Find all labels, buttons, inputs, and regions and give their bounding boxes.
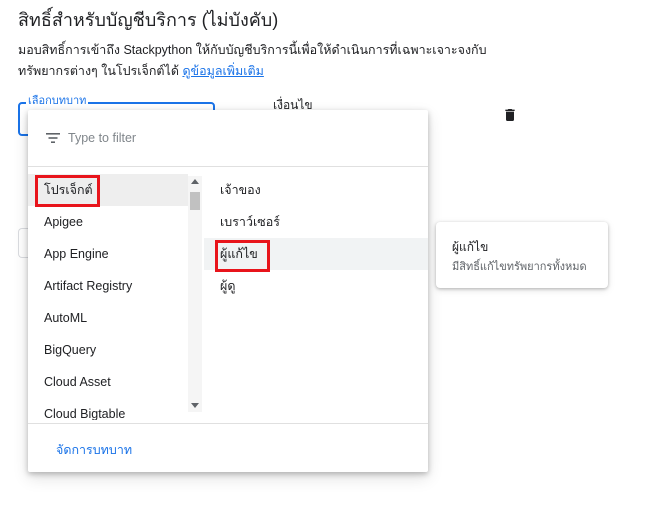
manage-roles-button[interactable]: จัดการบทบาท bbox=[56, 440, 132, 460]
role-label: เบราว์เซอร์ bbox=[220, 215, 280, 229]
learn-more-link[interactable]: ดูข้อมูลเพิ่มเติม bbox=[182, 64, 263, 78]
category-label: Cloud Asset bbox=[44, 375, 111, 389]
role-tooltip: ผู้แก้ไข มีสิทธิ์แก้ไขทรัพยากรทั้งหมด bbox=[436, 222, 608, 288]
tooltip-title: ผู้แก้ไข bbox=[452, 240, 489, 254]
category-list: โปรเจ็กต์ Apigee App Engine Artifact Reg… bbox=[28, 174, 188, 420]
filter-input[interactable] bbox=[68, 127, 268, 149]
trash-icon[interactable] bbox=[502, 107, 518, 123]
role-item[interactable]: ผู้ดู bbox=[204, 270, 428, 302]
highlight-box-role bbox=[215, 240, 270, 272]
description-line-1: มอบสิทธิ์การเข้าถึง Stackpython ให้กับบั… bbox=[18, 43, 487, 57]
role-item[interactable]: เบราว์เซอร์ bbox=[204, 206, 428, 238]
description-line-2: ทรัพยากรต่างๆ ในโปรเจ็กต์ได้ ดูข้อมูลเพิ… bbox=[18, 61, 518, 82]
role-dropdown-panel: โปรเจ็กต์ Apigee App Engine Artifact Reg… bbox=[28, 110, 428, 472]
category-item[interactable]: Cloud Asset bbox=[28, 366, 188, 398]
category-label: Apigee bbox=[44, 215, 83, 229]
category-item[interactable]: AutoML bbox=[28, 302, 188, 334]
tooltip-description: มีสิทธิ์แก้ไขทรัพยากรทั้งหมด bbox=[452, 261, 587, 273]
category-item[interactable]: Apigee bbox=[28, 206, 188, 238]
role-item[interactable]: เจ้าของ bbox=[204, 174, 428, 206]
page-title: สิทธิ์สำหรับบัญชีบริการ (ไม่บังคับ) bbox=[18, 10, 279, 30]
category-item[interactable]: App Engine bbox=[28, 238, 188, 270]
filter-row bbox=[28, 110, 428, 167]
category-label: Cloud Bigtable bbox=[44, 407, 126, 420]
category-label: AutoML bbox=[44, 311, 88, 325]
description-line-2-text: ทรัพยากรต่างๆ ในโปรเจ็กต์ได้ bbox=[18, 64, 179, 78]
category-label: BigQuery bbox=[44, 343, 97, 357]
category-item[interactable]: Artifact Registry bbox=[28, 270, 188, 302]
description: มอบสิทธิ์การเข้าถึง Stackpython ให้กับบั… bbox=[18, 40, 518, 82]
arrow-down-icon[interactable] bbox=[191, 403, 199, 408]
dropdown-footer: จัดการบทบาท bbox=[28, 423, 428, 473]
category-scrollbar[interactable] bbox=[188, 176, 202, 412]
arrow-up-icon[interactable] bbox=[191, 179, 199, 184]
scrollbar-thumb[interactable] bbox=[190, 192, 200, 210]
role-label: ผู้ดู bbox=[220, 279, 236, 293]
category-item[interactable]: BigQuery bbox=[28, 334, 188, 366]
category-label: Artifact Registry bbox=[44, 279, 133, 293]
filter-list-icon bbox=[46, 133, 60, 143]
category-item[interactable]: Cloud Bigtable bbox=[28, 398, 188, 420]
highlight-box-category bbox=[35, 175, 100, 207]
role-label: เจ้าของ bbox=[220, 183, 261, 197]
category-label: App Engine bbox=[44, 247, 109, 261]
role-select-label: เลือกบทบาท bbox=[26, 95, 89, 107]
